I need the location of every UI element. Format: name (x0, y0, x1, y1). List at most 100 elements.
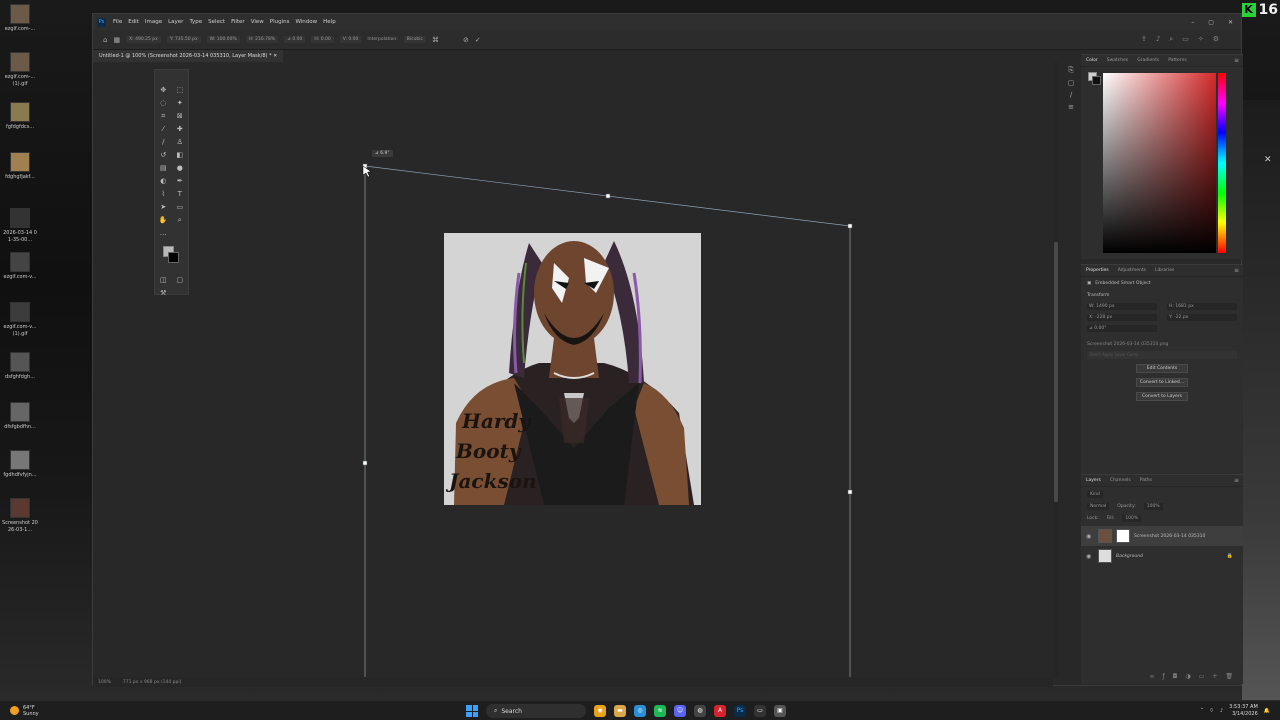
menu-help[interactable]: Help (320, 19, 339, 25)
transform-handle[interactable] (605, 193, 611, 199)
layer-row[interactable]: ◉ Screenshot 2026-03-14 035310 (1081, 526, 1243, 546)
add-mask-icon[interactable]: ◘ (1173, 673, 1178, 680)
width-percent-field[interactable]: W: 100.00% (206, 36, 240, 43)
rotate-angle-field[interactable]: ⊿ 0.00 (284, 36, 306, 43)
desktop-file-icon[interactable]: Screenshot 2026-03-1... (2, 498, 38, 534)
menu-type[interactable]: Type (186, 19, 205, 25)
props-angle-field[interactable]: ⊿ 0.00° (1087, 325, 1157, 332)
adjustment-layer-icon[interactable]: ◑ (1185, 673, 1190, 680)
spotify-app-icon[interactable]: ≋ (654, 705, 666, 717)
props-width-field[interactable]: W: 1490 px (1087, 303, 1157, 310)
commit-transform-icon[interactable]: ✓ (475, 36, 481, 44)
desktop-file-icon[interactable]: ezgif.com-... (1).gif (2, 52, 38, 88)
canvas-area[interactable]: ✥ ⬚ ◌ ✦ ⌗ ⊠ ⁄ ✚ ∕ ♙ ↺ ◧ ▤ ● ◐ ✒ ⌇ T ➤ ▭ ✋ ⌕ … ◫ ▢ ⚒ (93, 62, 1053, 677)
opacity-field[interactable]: 100% (1143, 503, 1163, 510)
tab-gradients[interactable]: Gradients (1137, 58, 1159, 63)
adjust-panel-icon[interactable]: ≡ (1068, 103, 1074, 111)
tray-chevron-icon[interactable]: ˄ (1201, 708, 1204, 714)
reference-point-icon[interactable]: ▦ (113, 36, 120, 44)
desktop-file-icon[interactable]: dsfghfdgh... (2, 352, 38, 381)
photoshop-app-icon[interactable]: Ps (734, 705, 746, 717)
chrome-app-icon[interactable]: ◉ (594, 705, 606, 717)
tab-patterns[interactable]: Patterns (1168, 58, 1187, 63)
search-icon[interactable]: ⌕ (1169, 35, 1173, 44)
desktop-file-icon[interactable]: 2026-03-14 01-35-00... (2, 208, 38, 244)
layer-comp-select[interactable]: Don't Apply Layer Comp (1087, 351, 1237, 359)
share-icon[interactable]: ⇪ (1141, 35, 1147, 44)
menu-image[interactable]: Image (142, 19, 165, 25)
vertical-scrollbar[interactable] (1053, 62, 1059, 677)
menu-filter[interactable]: Filter (228, 19, 248, 25)
tab-paths[interactable]: Paths (1140, 478, 1152, 483)
height-percent-field[interactable]: H: 216.78% (245, 36, 279, 43)
tab-color[interactable]: Color (1086, 58, 1098, 63)
notifications-icon[interactable]: ♪ (1156, 35, 1160, 44)
visibility-eye-icon[interactable]: ◉ (1086, 553, 1094, 560)
warp-icon[interactable]: ⌘ (432, 36, 439, 44)
tab-channels[interactable]: Channels (1110, 478, 1131, 483)
menu-edit[interactable]: Edit (125, 19, 142, 25)
background-color-chip[interactable] (1092, 76, 1101, 85)
visibility-eye-icon[interactable]: ◉ (1086, 533, 1094, 540)
edge-app-icon[interactable]: ◎ (634, 705, 646, 717)
panel-menu-icon[interactable]: ≡ (1234, 57, 1239, 64)
props-height-field[interactable]: H: 1681 px (1167, 303, 1237, 310)
obs-app-icon[interactable]: ◍ (694, 705, 706, 717)
interpolation-select[interactable]: Bicubic (403, 36, 426, 43)
props-y-field[interactable]: Y: -22 px (1167, 314, 1237, 321)
edit-contents-button[interactable]: Edit Contents (1136, 364, 1188, 373)
zoom-level[interactable]: 100% (98, 680, 111, 685)
terminal-app-icon[interactable]: ▭ (754, 705, 766, 717)
tab-adjustments[interactable]: Adjustments (1118, 268, 1146, 273)
close-window-button[interactable]: ✕ (1228, 19, 1233, 26)
start-button[interactable] (466, 705, 478, 717)
discord-app-icon[interactable]: ☺ (674, 705, 686, 717)
hue-slider[interactable] (1218, 73, 1226, 253)
transform-handle[interactable] (847, 223, 853, 229)
delete-layer-icon[interactable]: 🗑 (1225, 673, 1233, 680)
transform-handle[interactable] (847, 489, 853, 495)
maximize-button[interactable]: ▢ (1208, 19, 1214, 26)
y-position-field[interactable]: Y: 735.50 px (166, 36, 201, 43)
transform-handle[interactable] (362, 460, 368, 466)
tab-layers[interactable]: Layers (1086, 478, 1101, 483)
props-x-field[interactable]: X: -228 px (1087, 314, 1157, 321)
color-picker-field[interactable] (1103, 73, 1216, 253)
desktop-file-icon[interactable]: ezgif.com-v... (2, 252, 38, 281)
desktop-file-icon[interactable]: fgdhdfvfyjn... (2, 450, 38, 479)
blend-mode-select[interactable]: Normal (1087, 503, 1110, 510)
menu-plugins[interactable]: Plugins (267, 19, 293, 25)
notifications-bell-icon[interactable]: 🔔 (1264, 708, 1270, 714)
desktop-file-icon[interactable]: ezgif.com-v... (1).gif (2, 302, 38, 338)
convert-to-linked-button[interactable]: Convert to Linked... (1136, 378, 1188, 387)
taskbar-search[interactable]: ⌕ Search (486, 704, 586, 718)
file-explorer-app-icon[interactable]: ▬ (614, 705, 626, 717)
fx-icon[interactable]: ƒ (1163, 673, 1165, 680)
desktop-file-icon[interactable]: fgfdgfdcs... (2, 102, 38, 131)
weather-widget[interactable]: 64°F Sunny (0, 705, 39, 717)
fill-field[interactable]: 100% (1122, 515, 1142, 522)
close-icon[interactable]: ✕ (1264, 155, 1272, 165)
layer-row[interactable]: ◉ Background 🔒 (1081, 546, 1243, 566)
panel-menu-icon[interactable]: ≡ (1234, 477, 1239, 484)
menu-file[interactable]: File (110, 19, 125, 25)
desktop-file-icon[interactable]: dfsfgbdfhn... (2, 402, 38, 431)
tab-properties[interactable]: Properties (1086, 268, 1109, 273)
home-icon[interactable]: ⌂ (103, 36, 107, 44)
menu-select[interactable]: Select (205, 19, 228, 25)
h-skew-field[interactable]: H: 0.00 (311, 36, 334, 43)
x-position-field[interactable]: X: 490.25 px (126, 36, 161, 43)
clock[interactable]: 3:53:37 AM 3/14/2026 (1229, 704, 1258, 718)
settings-icon[interactable]: ⚙ (1213, 35, 1219, 44)
app-icon[interactable]: ▣ (774, 705, 786, 717)
discover-icon[interactable]: ✧ (1198, 35, 1204, 44)
menu-layer[interactable]: Layer (165, 19, 186, 25)
brush-panel-icon[interactable]: ∕ (1070, 91, 1072, 99)
minimize-button[interactable]: – (1191, 19, 1194, 26)
cancel-transform-icon[interactable]: ⊘ (463, 36, 469, 44)
desktop-file-icon[interactable]: fdghgfjakf... (2, 152, 38, 181)
tab-libraries[interactable]: Libraries (1155, 268, 1174, 273)
link-layers-icon[interactable]: ∞ (1150, 673, 1155, 680)
v-skew-field[interactable]: V: 0.00 (339, 36, 362, 43)
desktop-file-icon[interactable]: ezgif.com-... (2, 4, 38, 33)
